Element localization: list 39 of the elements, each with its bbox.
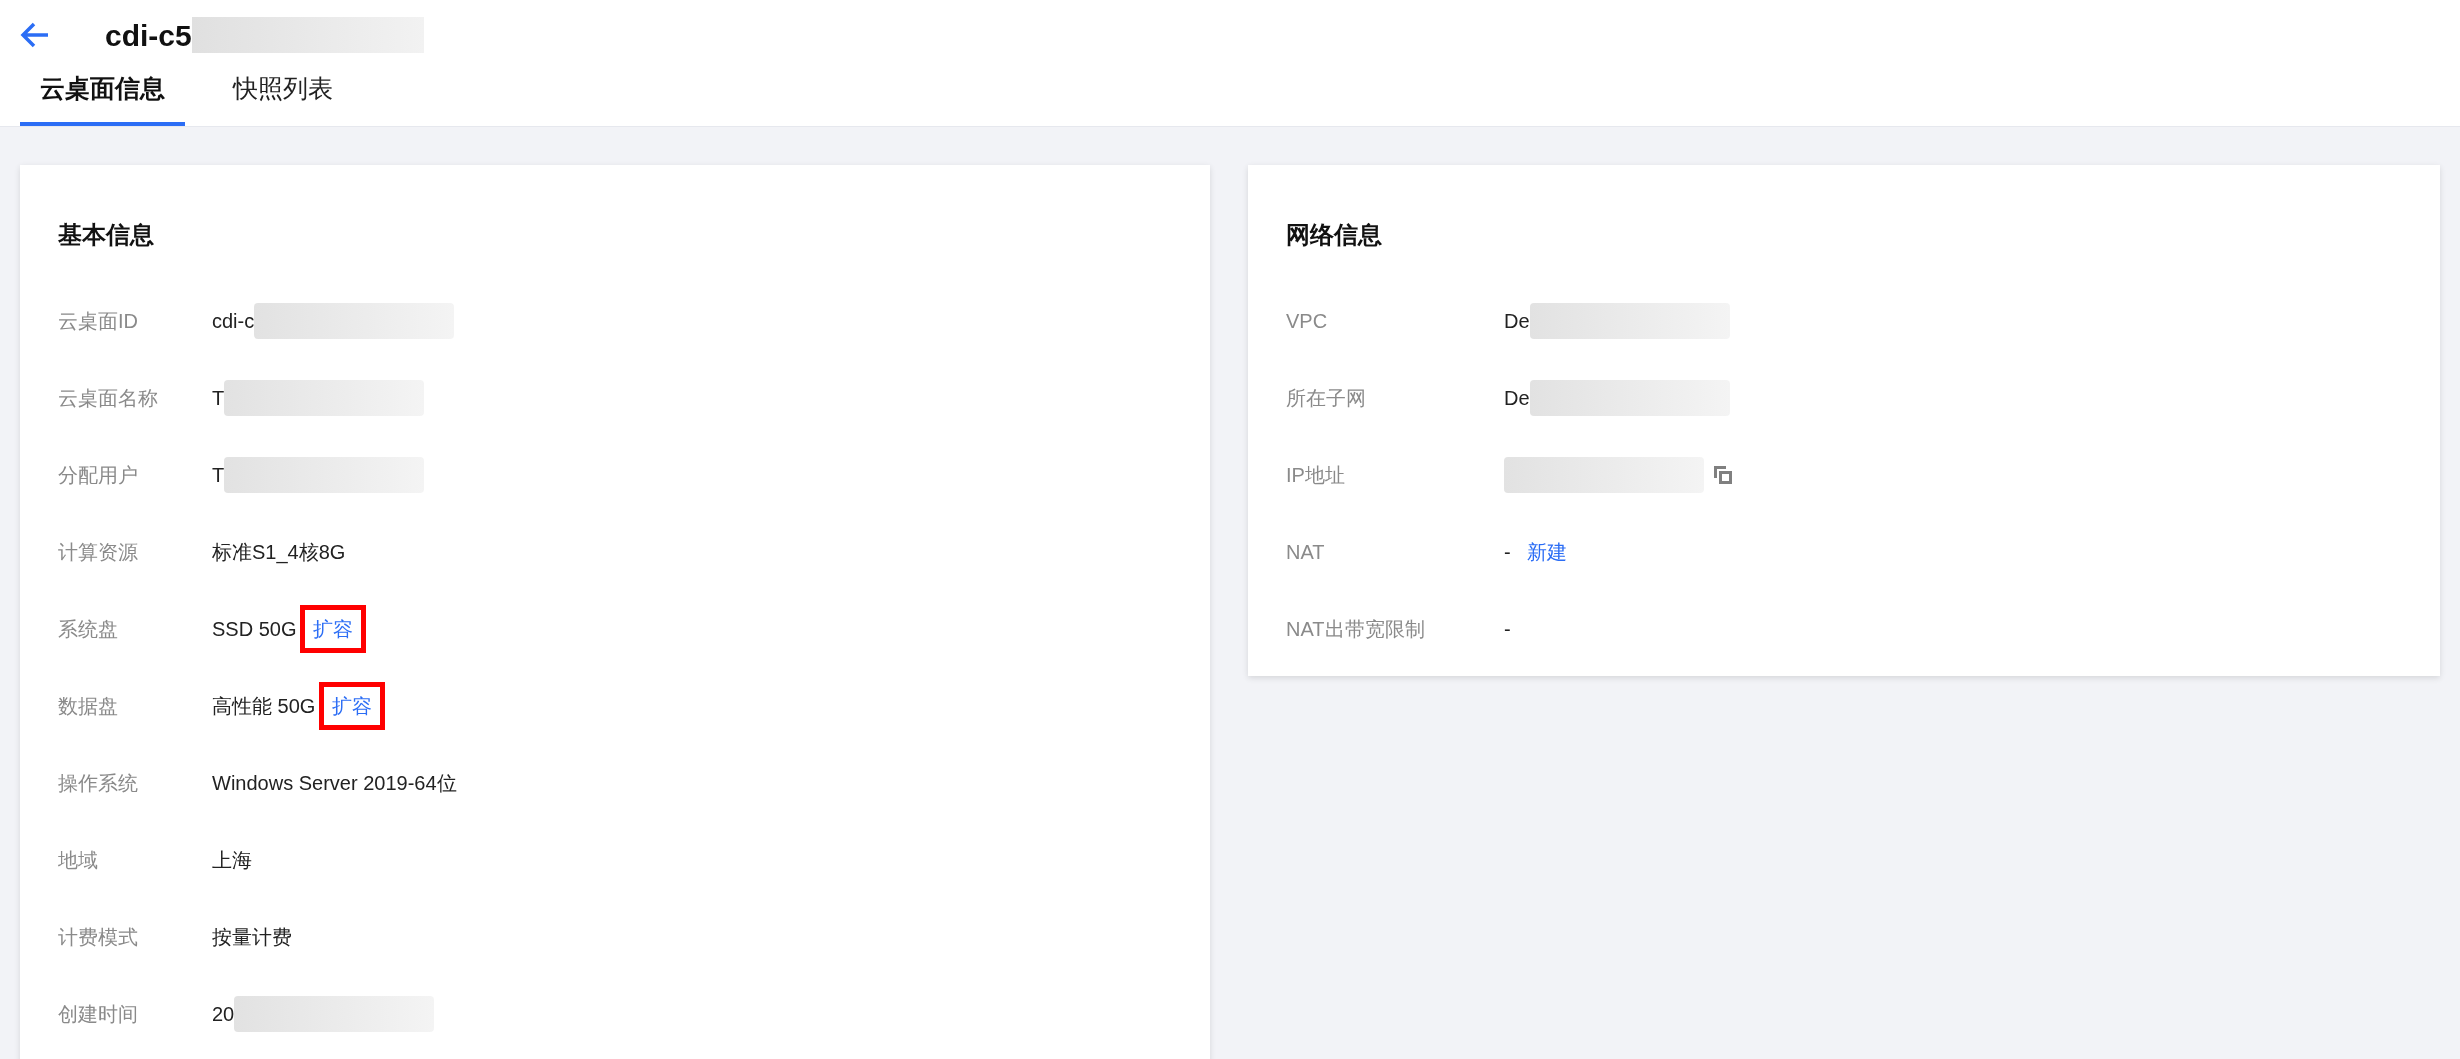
field-label: VPC	[1286, 309, 1329, 334]
tab[interactable]: 快照列表	[213, 70, 353, 126]
link[interactable]: 新建	[1526, 537, 1567, 567]
card-title: 基本信息	[58, 219, 155, 250]
field-value: 按量计费	[212, 925, 292, 950]
field-label: 计费模式	[58, 925, 139, 950]
field-label: 地域	[58, 848, 99, 873]
field-value: SSD 50G	[212, 617, 297, 642]
field-value: 高性能 50G	[212, 694, 316, 719]
field-value: 20	[212, 1002, 235, 1027]
field-label: 系统盘	[58, 617, 119, 642]
field-value: -	[1504, 540, 1511, 565]
field-label: 创建时间	[58, 1002, 139, 1027]
field-value: cdi-c	[212, 309, 255, 334]
field-label: NAT出带宽限制	[1286, 617, 1426, 642]
copy-icon[interactable]	[1712, 464, 1734, 486]
field-label: NAT	[1286, 540, 1326, 565]
field-label: IP地址	[1286, 463, 1346, 488]
link[interactable]: 扩容	[319, 682, 386, 730]
field-label: 云桌面ID	[58, 309, 139, 334]
field-value: 标准S1_4核8G	[212, 540, 346, 566]
back-arrow-icon[interactable]	[20, 22, 50, 48]
field-label: 分配用户	[58, 463, 139, 488]
field-value: -	[1504, 617, 1511, 642]
field-label: 云桌面名称	[58, 386, 159, 411]
link[interactable]: 扩容	[300, 605, 367, 653]
field-value: De	[1504, 386, 1530, 411]
field-value: 上海	[212, 848, 252, 873]
field-label: 计算资源	[58, 540, 139, 565]
field-value: De	[1504, 309, 1530, 334]
field-value: Windows Server 2019-64位	[212, 771, 457, 796]
field-value: T	[212, 386, 225, 411]
field-label: 所在子网	[1286, 386, 1367, 411]
field-label: 操作系统	[58, 771, 139, 796]
card-title: 网络信息	[1286, 219, 1383, 250]
field-value: T	[212, 463, 225, 488]
field-label: 数据盘	[58, 694, 119, 719]
tab[interactable]: 云桌面信息	[20, 70, 185, 126]
page-title: cdi-c5	[105, 17, 192, 54]
